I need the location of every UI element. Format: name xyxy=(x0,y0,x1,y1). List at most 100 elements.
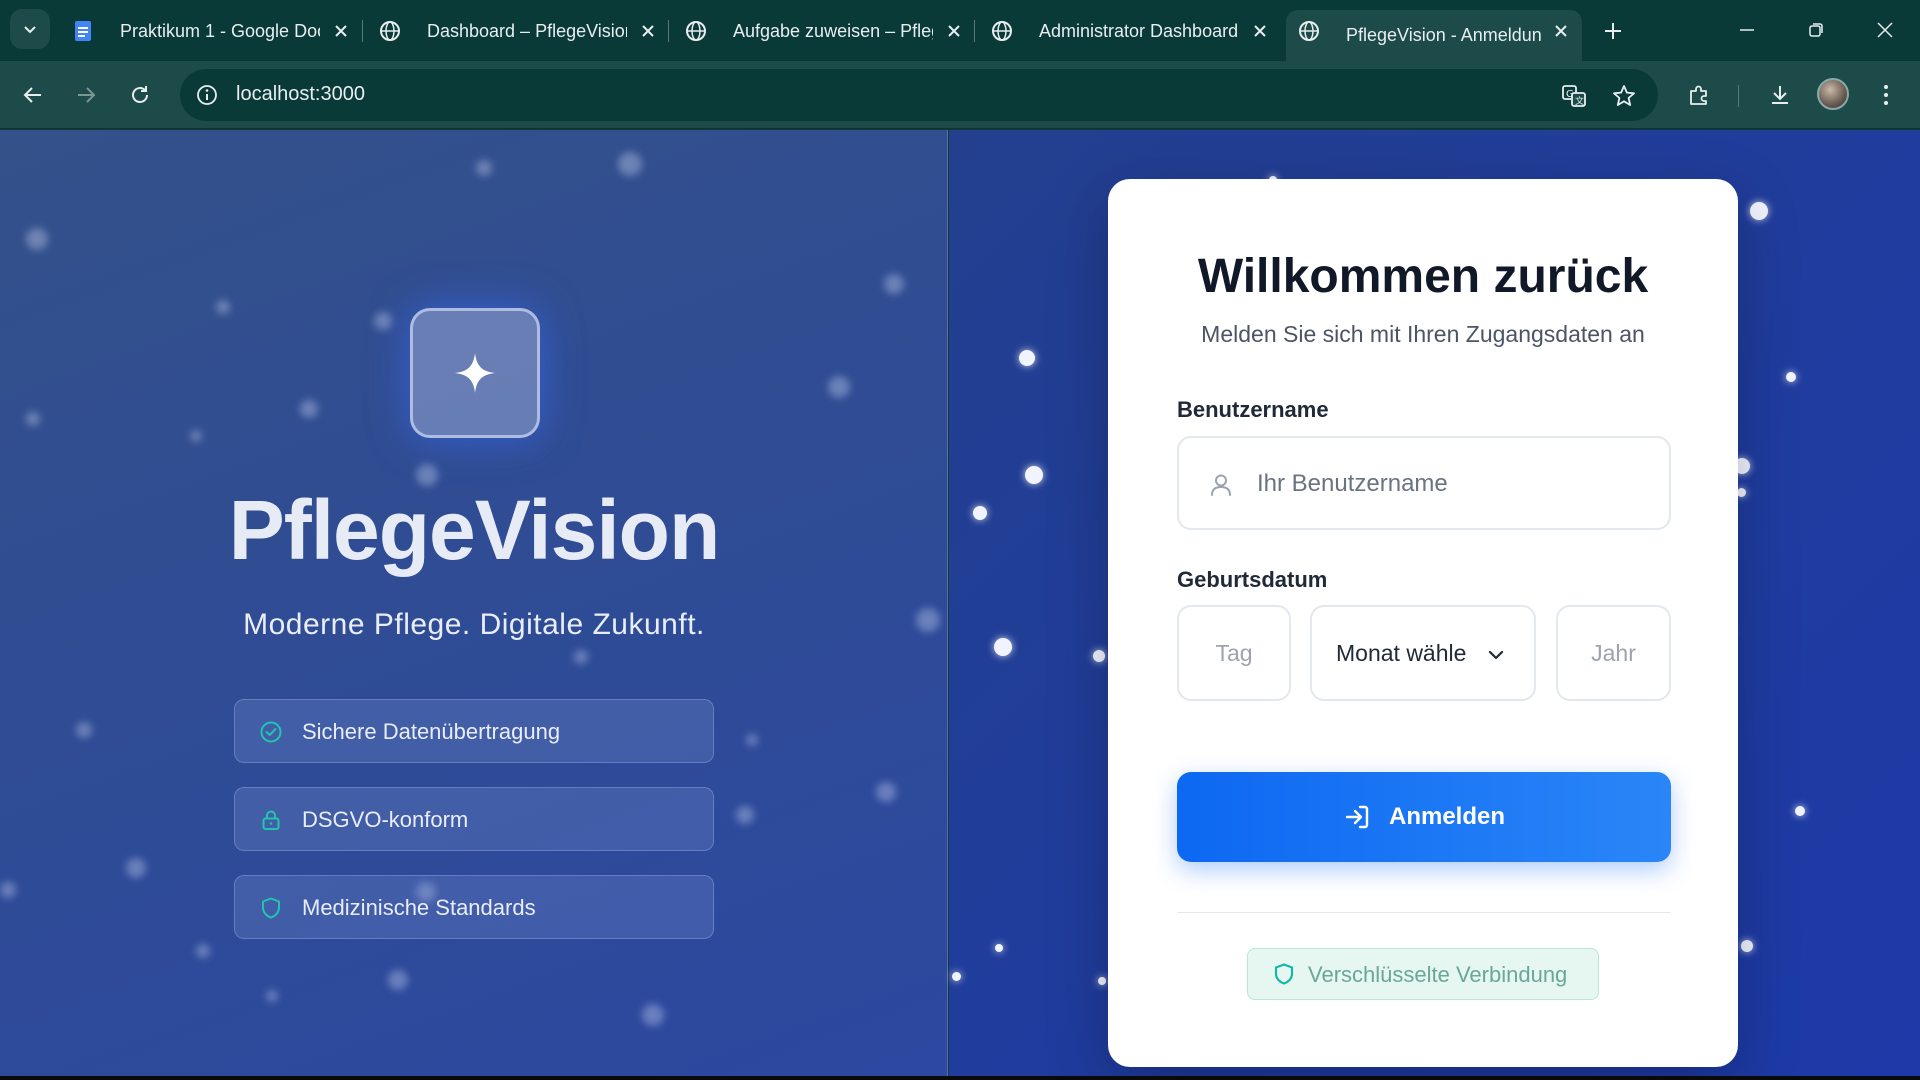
close-window-button[interactable] xyxy=(1865,10,1905,50)
background-particle xyxy=(1737,488,1746,497)
tab-praktikum[interactable]: Praktikum 1 - Google Docs xyxy=(60,10,347,52)
close-icon[interactable] xyxy=(941,18,967,44)
month-select-value: Monat wähle xyxy=(1336,640,1467,666)
taskbar-edge xyxy=(0,1076,1920,1080)
browser-toolbar: localhost:3000 G文 xyxy=(0,61,1920,129)
download-icon xyxy=(1772,86,1788,104)
page-viewport: PflegeVision Moderne Pflege. Digitale Zu… xyxy=(0,130,1920,1076)
reload-button[interactable] xyxy=(121,76,159,114)
browser-tab-strip: Praktikum 1 - Google Docs Dashboard – Pf… xyxy=(0,0,1920,61)
username-input[interactable] xyxy=(1257,466,1647,502)
login-title: Willkommen zurück xyxy=(1197,250,1649,303)
bookmark-star-icon[interactable] xyxy=(1610,82,1638,110)
close-icon[interactable] xyxy=(1548,18,1574,44)
tab-administrator-dashboard[interactable]: Administrator Dashboard xyxy=(979,10,1266,52)
chevron-down-icon xyxy=(1488,650,1504,660)
username-label: Benutzername xyxy=(1177,397,1329,422)
card-divider xyxy=(1177,912,1671,913)
background-particle xyxy=(476,160,492,176)
login-button-label: Anmelden xyxy=(1388,803,1505,830)
background-particle xyxy=(1019,350,1035,366)
tab-pflegevision-anmeldung[interactable]: PflegeVision - Anmeldung xyxy=(1286,10,1582,61)
close-icon[interactable] xyxy=(635,18,661,44)
background-particle xyxy=(995,944,1003,952)
lock-icon xyxy=(262,810,280,830)
site-info-icon[interactable] xyxy=(194,82,220,108)
plus-icon xyxy=(1605,23,1621,39)
background-particle xyxy=(388,970,408,990)
background-particle xyxy=(190,430,202,442)
globe-icon xyxy=(380,21,400,41)
background-particle xyxy=(26,228,48,250)
background-particle xyxy=(994,638,1012,656)
chevron-down-icon xyxy=(24,26,36,34)
tab-divider xyxy=(974,20,975,42)
check-circle-icon xyxy=(260,721,282,743)
new-tab-button[interactable] xyxy=(1596,14,1630,48)
login-button[interactable]: Anmelden xyxy=(1177,772,1671,862)
profile-avatar[interactable] xyxy=(1817,78,1849,110)
background-particle xyxy=(126,858,146,878)
brand-tagline: Moderne Pflege. Digitale Zukunft. xyxy=(243,608,705,641)
brand-name: PflegeVision xyxy=(228,483,721,577)
background-particle xyxy=(736,806,754,824)
svg-text:文: 文 xyxy=(1575,95,1584,107)
app-logo xyxy=(410,308,540,438)
extensions-button[interactable] xyxy=(1680,76,1718,114)
day-input[interactable] xyxy=(1179,607,1289,699)
reload-icon xyxy=(132,86,148,103)
background-particle xyxy=(952,972,961,981)
url-text[interactable]: localhost:3000 xyxy=(236,83,365,106)
shield-icon xyxy=(262,897,280,919)
restore-button[interactable] xyxy=(1796,10,1836,50)
day-field[interactable] xyxy=(1177,605,1291,701)
secure-connection-badge: Verschlüsselte Verbindung xyxy=(1247,948,1599,1000)
toolbar-divider xyxy=(1738,85,1739,107)
tab-aufgabe-zuweisen[interactable]: Aufgabe zuweisen – PflegeVision xyxy=(673,10,960,52)
background-particle xyxy=(1098,977,1106,985)
puzzle-icon xyxy=(1690,85,1707,105)
feature-gdpr: DSGVO-konform xyxy=(234,787,714,851)
month-select[interactable]: Monat wähle xyxy=(1310,605,1536,701)
google-docs-icon xyxy=(75,21,91,41)
close-icon[interactable] xyxy=(328,18,354,44)
feature-label: Sichere Datenübertragung xyxy=(302,719,561,744)
year-field[interactable] xyxy=(1556,605,1671,701)
user-icon xyxy=(1211,474,1231,496)
translate-icon[interactable]: G文 xyxy=(1560,82,1588,110)
background-particle xyxy=(642,1004,664,1026)
more-vertical-icon xyxy=(1884,85,1888,105)
background-particle xyxy=(1741,940,1753,952)
background-particle xyxy=(828,376,850,398)
background-particle xyxy=(26,412,40,426)
log-in-icon xyxy=(1345,805,1369,829)
year-input[interactable] xyxy=(1558,607,1669,699)
back-button[interactable] xyxy=(14,76,52,114)
tab-search-button[interactable] xyxy=(10,9,50,49)
globe-icon xyxy=(1299,21,1319,41)
background-particle xyxy=(884,274,904,294)
forward-button[interactable] xyxy=(67,76,105,114)
tab-dashboard[interactable]: Dashboard – PflegeVision xyxy=(367,10,654,52)
tab-divider xyxy=(668,20,669,42)
login-card: Willkommen zurück Melden Sie sich mit Ih… xyxy=(1108,179,1738,1067)
background-particle xyxy=(618,152,642,176)
username-field[interactable] xyxy=(1177,436,1671,530)
tab-title: Dashboard – PflegeVision xyxy=(427,20,627,41)
background-particle xyxy=(300,400,318,418)
arrow-right-icon xyxy=(78,87,96,103)
background-particle xyxy=(196,944,210,958)
downloads-button[interactable] xyxy=(1761,76,1799,114)
minimize-button[interactable] xyxy=(1727,10,1767,50)
secure-connection-label: Verschlüsselte Verbindung xyxy=(1308,962,1568,987)
tab-title: PflegeVision - Anmeldung xyxy=(1346,25,1542,45)
background-particle xyxy=(374,312,392,330)
background-particle xyxy=(973,506,987,520)
background-particle xyxy=(1750,202,1768,220)
background-particle xyxy=(1786,372,1796,382)
close-icon[interactable] xyxy=(1247,18,1273,44)
globe-icon xyxy=(686,21,706,41)
address-bar[interactable]: localhost:3000 G文 xyxy=(180,69,1658,121)
browser-menu-button[interactable] xyxy=(1867,76,1905,114)
background-particle xyxy=(1795,806,1805,816)
